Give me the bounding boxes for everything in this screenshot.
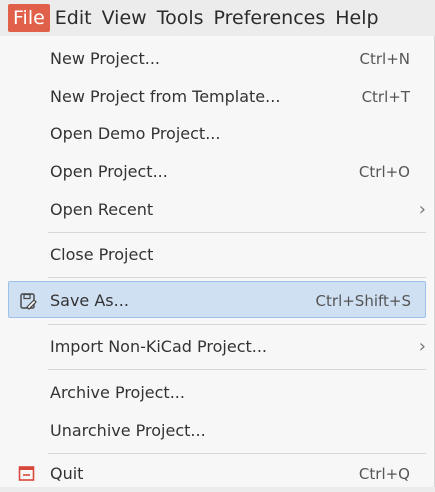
quit-icon — [18, 466, 35, 481]
menu-item-label: Open Recent — [50, 200, 154, 219]
file-menu-dropdown: New Project... Ctrl+N New Project from T… — [0, 36, 435, 487]
chevron-right-icon: › — [418, 199, 426, 220]
menu-item-label: New Project from Template... — [50, 87, 281, 106]
menu-item-label: Archive Project... — [50, 383, 185, 402]
chevron-right-icon: › — [418, 336, 426, 357]
shortcut-text: Ctrl+Q — [358, 465, 410, 483]
menu-item-save-as[interactable]: Save As... Ctrl+Shift+S — [8, 281, 426, 318]
menu-item-open-project[interactable]: Open Project... Ctrl+O — [0, 153, 432, 190]
menu-help[interactable]: Help — [330, 4, 383, 32]
menu-item-quit[interactable]: Quit Ctrl+Q — [0, 455, 432, 492]
menu-item-label: New Project... — [50, 49, 160, 68]
menu-separator — [48, 277, 426, 278]
menu-item-open-recent[interactable]: Open Recent › — [0, 191, 432, 228]
shortcut-text: Ctrl+N — [359, 50, 410, 68]
menu-view[interactable]: View — [97, 4, 152, 32]
menu-item-new-project-from-template[interactable]: New Project from Template... Ctrl+T — [0, 78, 432, 115]
menu-item-import-non-kicad-project[interactable]: Import Non-KiCad Project... › — [0, 328, 432, 365]
menu-item-label: Close Project — [50, 245, 154, 264]
menu-item-label: Import Non-KiCad Project... — [50, 337, 268, 356]
menu-bar: File Edit View Tools Preferences Help — [0, 0, 435, 36]
menu-item-new-project[interactable]: New Project... Ctrl+N — [0, 40, 432, 77]
menu-separator — [48, 324, 426, 325]
menu-item-open-demo-project[interactable]: Open Demo Project... — [0, 115, 432, 152]
menu-item-unarchive-project[interactable]: Unarchive Project... — [0, 412, 432, 449]
menu-item-label: Unarchive Project... — [50, 421, 206, 440]
menu-file[interactable]: File — [8, 4, 50, 32]
shortcut-text: Ctrl+Shift+S — [315, 292, 411, 310]
save-as-icon — [20, 293, 37, 310]
menu-item-label: Quit — [50, 464, 84, 483]
shortcut-text: Ctrl+O — [358, 163, 410, 181]
menu-tools[interactable]: Tools — [152, 4, 209, 32]
menu-preferences[interactable]: Preferences — [209, 4, 331, 32]
menu-item-close-project[interactable]: Close Project — [0, 236, 432, 273]
menu-item-label: Save As... — [50, 291, 129, 310]
menu-separator — [48, 232, 426, 233]
menu-separator — [48, 369, 426, 370]
shortcut-text: Ctrl+T — [361, 88, 410, 106]
menu-separator — [48, 453, 426, 454]
menu-item-label: Open Demo Project... — [50, 124, 221, 143]
menu-item-archive-project[interactable]: Archive Project... — [0, 374, 432, 411]
menu-edit[interactable]: Edit — [50, 4, 97, 32]
menu-item-label: Open Project... — [50, 162, 168, 181]
